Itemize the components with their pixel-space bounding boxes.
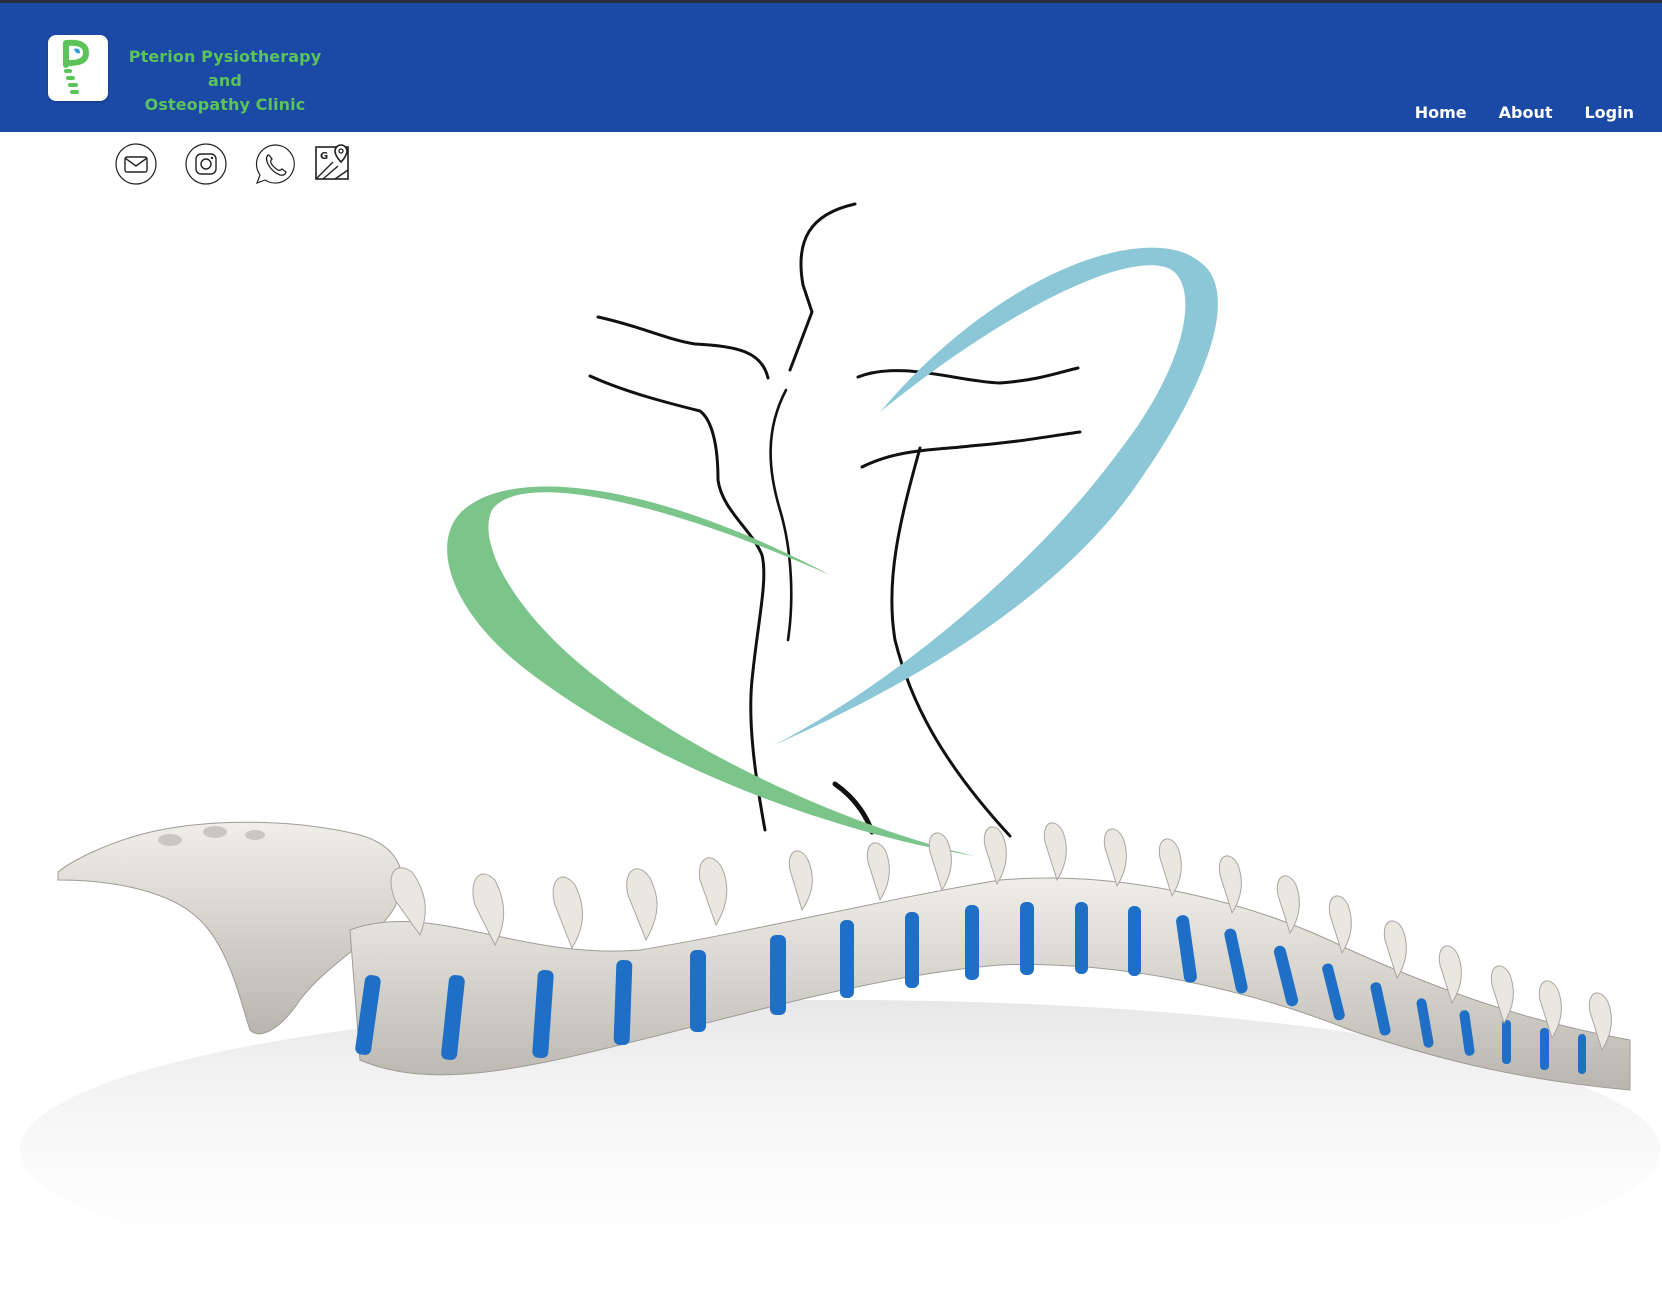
spine-hero-graphic: [20, 202, 1660, 1292]
nav-home-link[interactable]: Home: [1415, 103, 1467, 122]
clinic-name: Pterion Pysiotherapy and Osteopathy Clin…: [122, 45, 328, 117]
nav-about-link[interactable]: About: [1499, 103, 1553, 122]
clinic-name-line-1: Pterion Pysiotherapy and: [128, 47, 322, 90]
spine-p-logo-icon: [63, 39, 90, 94]
clinic-name-line-2: Osteopathy Clinic: [144, 95, 306, 114]
hero-illustration: [0, 132, 1662, 1292]
blue-swoosh: [774, 247, 1218, 745]
main-nav: Home About Login: [1415, 103, 1634, 122]
nav-login-link[interactable]: Login: [1584, 103, 1634, 122]
clinic-logo[interactable]: [48, 35, 108, 101]
site-header: Pterion Pysiotherapy and Osteopathy Clin…: [0, 3, 1662, 132]
